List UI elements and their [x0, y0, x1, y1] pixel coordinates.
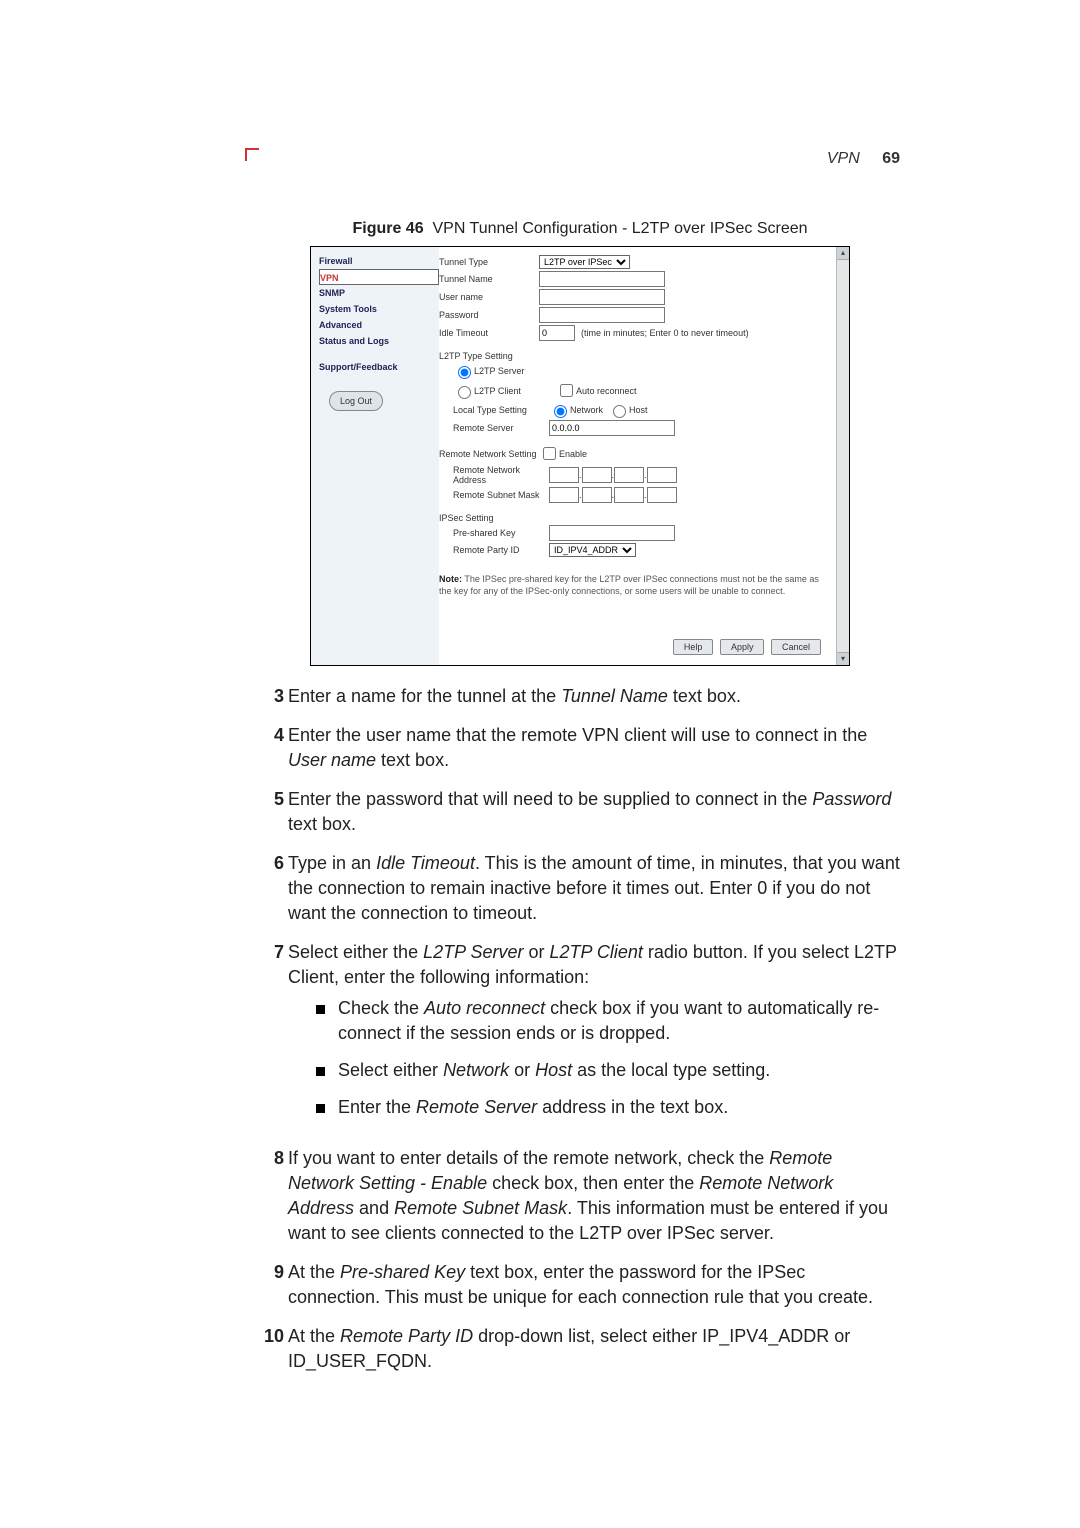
nav-advanced[interactable]: Advanced [319, 317, 439, 333]
logout-button[interactable]: Log Out [329, 391, 383, 411]
party-select[interactable]: ID_IPV4_ADDR [549, 543, 636, 557]
step-4: 4 Enter the user name that the remote VP… [260, 723, 900, 787]
sidebar: Firewall VPN SNMP System Tools Advanced … [311, 247, 439, 665]
scroll-up-icon[interactable]: ▴ [837, 247, 849, 260]
step-7-sub2: Select either Network or Host as the loc… [314, 1058, 900, 1095]
scroll-down-icon[interactable]: ▾ [837, 652, 849, 665]
step-7-sub3: Enter the Remote Server address in the t… [314, 1095, 900, 1132]
nav-snmp[interactable]: SNMP [319, 285, 439, 301]
user-name-input[interactable] [539, 289, 665, 305]
idle-input[interactable] [539, 325, 575, 341]
idle-hint: (time in minutes; Enter 0 to never timeo… [581, 328, 749, 338]
party-lbl: Remote Party ID [453, 545, 549, 555]
remote-server-input[interactable] [549, 420, 675, 436]
local-network-radio[interactable] [554, 405, 567, 418]
l2tp-client-lbl: L2TP Client [474, 386, 556, 396]
local-host-radio[interactable] [613, 405, 626, 418]
rm1[interactable] [549, 487, 579, 503]
step-7-sublist: Check the Auto reconnect check box if yo… [314, 996, 900, 1132]
remote-mask-lbl: Remote Subnet Mask [453, 490, 549, 500]
ra2[interactable] [582, 467, 612, 483]
step-7-sub1: Check the Auto reconnect check box if yo… [314, 996, 900, 1058]
rm3[interactable] [614, 487, 644, 503]
lbl-tunnel-type: Tunnel Type [439, 257, 539, 267]
note-text: Note: The IPSec pre-shared key for the L… [439, 573, 829, 597]
nav-support[interactable]: Support/Feedback [319, 359, 439, 375]
screenshot: Firewall VPN SNMP System Tools Advanced … [310, 246, 850, 666]
step-9: 9 At the Pre-shared Key text box, enter … [260, 1260, 900, 1324]
nav-system-tools[interactable]: System Tools [319, 301, 439, 317]
help-button[interactable]: Help [673, 639, 714, 655]
l2tp-heading: L2TP Type Setting [439, 351, 829, 361]
cancel-button[interactable]: Cancel [771, 639, 821, 655]
page-number: 69 [882, 150, 900, 167]
nav-status-logs[interactable]: Status and Logs [319, 333, 439, 349]
lbl-password: Password [439, 310, 539, 320]
rm2[interactable] [582, 487, 612, 503]
psk-lbl: Pre-shared Key [453, 528, 549, 538]
remote-enable-lbl: Enable [559, 449, 587, 459]
nav-firewall[interactable]: Firewall [319, 253, 439, 269]
l2tp-server-lbl: L2TP Server [474, 366, 524, 376]
step-8: 8 If you want to enter details of the re… [260, 1146, 900, 1260]
l2tp-client-radio[interactable] [458, 386, 471, 399]
local-network-lbl: Network [570, 405, 603, 415]
tunnel-name-input[interactable] [539, 271, 665, 287]
figure-title: VPN Tunnel Configuration - L2TP over IPS… [433, 220, 808, 237]
remote-net-heading: Remote Network Setting [439, 449, 539, 459]
figure-caption: Figure 46 VPN Tunnel Configuration - L2T… [260, 220, 900, 238]
lbl-user-name: User name [439, 292, 539, 302]
auto-reconnect-check[interactable] [560, 384, 573, 397]
remote-enable-check[interactable] [543, 447, 556, 460]
nav-vpn[interactable]: VPN [319, 269, 439, 285]
rm4[interactable] [647, 487, 677, 503]
section-name: VPN [827, 150, 860, 167]
local-type-lbl: Local Type Setting [453, 405, 549, 415]
apply-button[interactable]: Apply [720, 639, 765, 655]
lbl-idle: Idle Timeout [439, 328, 539, 338]
ra1[interactable] [549, 467, 579, 483]
psk-input[interactable] [549, 525, 675, 541]
remote-addr-lbl: Remote Network Address [453, 465, 549, 485]
lbl-tunnel-name: Tunnel Name [439, 274, 539, 284]
step-3: 3 Enter a name for the tunnel at the Tun… [260, 684, 900, 723]
local-host-lbl: Host [629, 405, 648, 415]
running-head: VPN 69 [827, 150, 900, 168]
ra4[interactable] [647, 467, 677, 483]
l2tp-server-radio[interactable] [458, 366, 471, 379]
form-panel: Tunnel Type L2TP over IPSec Tunnel Name … [431, 247, 837, 665]
step-6: 6 Type in an Idle Timeout. This is the a… [260, 851, 900, 940]
scrollbar[interactable]: ▴ ▾ [836, 247, 849, 665]
step-list: 3 Enter a name for the tunnel at the Tun… [260, 684, 900, 1388]
step-5: 5 Enter the password that will need to b… [260, 787, 900, 851]
ra3[interactable] [614, 467, 644, 483]
password-input[interactable] [539, 307, 665, 323]
remote-server-lbl: Remote Server [453, 423, 549, 433]
figure-label: Figure 46 [352, 220, 423, 237]
auto-reconnect-lbl: Auto reconnect [576, 386, 637, 396]
step-10: 10 At the Remote Party ID drop-down list… [260, 1324, 900, 1388]
step-7: 7 Select either the L2TP Server or L2TP … [260, 940, 900, 1146]
tunnel-type-select[interactable]: L2TP over IPSec [539, 255, 630, 269]
ipsec-heading: IPSec Setting [439, 513, 829, 523]
corner-accent [245, 148, 259, 161]
